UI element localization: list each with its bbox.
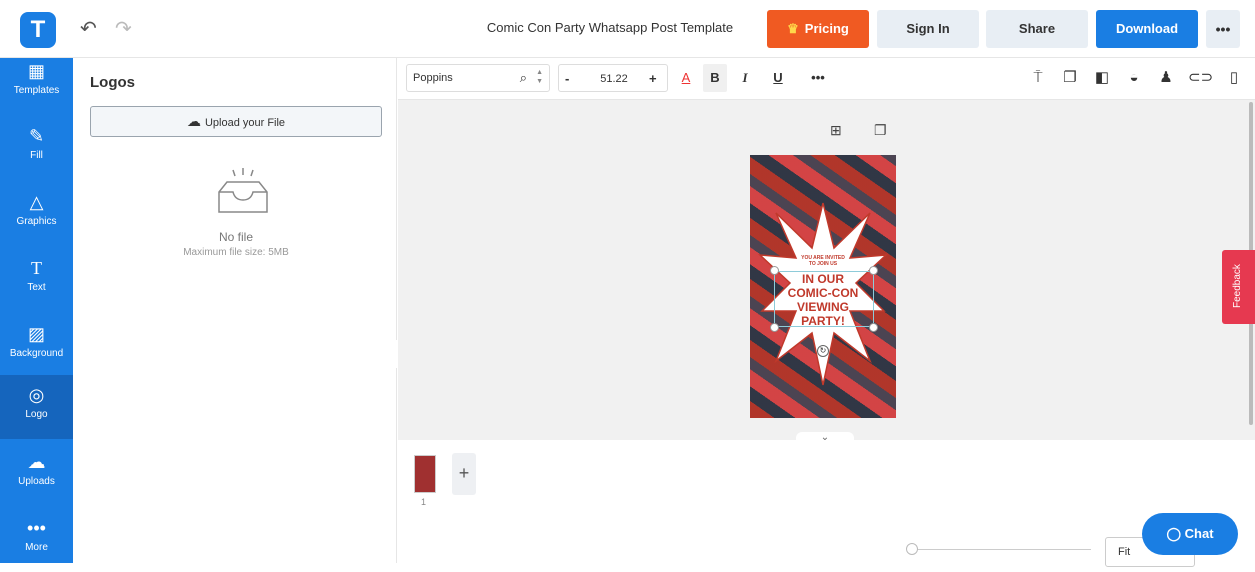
document-title[interactable]: Comic Con Party Whatsapp Post Template	[470, 20, 750, 35]
sidebar-item-label: Background	[9, 348, 64, 359]
pricing-button[interactable]: ♛ Pricing	[767, 10, 869, 48]
sidebar-item-logo[interactable]: ◎ Logo	[0, 375, 73, 439]
resize-handle[interactable]	[869, 323, 878, 332]
page-thumbnails: 1 + Fit	[398, 440, 1255, 567]
bold-button[interactable]: B	[703, 64, 727, 92]
link-icon[interactable]: ⊂⊃	[1188, 68, 1213, 88]
spinner-arrows-icon[interactable]: ▲ ▼	[536, 68, 543, 86]
opacity-icon[interactable]: ◒	[1124, 68, 1144, 88]
headline-line-2: COMIC-CON	[787, 286, 859, 300]
app-logo[interactable]: T	[20, 12, 56, 48]
add-page-button[interactable]: +	[452, 453, 476, 495]
duplicate-page-icon[interactable]: ❐	[874, 122, 887, 139]
empty-inbox-icon	[218, 168, 268, 213]
text-color-button[interactable]: A	[676, 64, 696, 92]
logo-icon: ◎	[28, 385, 45, 405]
sidebar-item-more[interactable]: ••• More	[0, 508, 73, 572]
redo-icon[interactable]: ↷	[115, 16, 132, 41]
invite-line-2: TO JOIN US	[808, 261, 838, 267]
panel-title: Logos	[90, 74, 135, 91]
sidebar: ▦ Templates ✎ Fill △ Graphics T Text ▨ B…	[0, 58, 73, 563]
italic-button[interactable]: I	[733, 64, 757, 92]
search-icon: ⌕	[519, 70, 527, 85]
headline-line-4: PARTY!	[801, 314, 845, 328]
duplicate-icon[interactable]: ❐	[1060, 68, 1080, 88]
toolbar-more-button[interactable]: •••	[806, 64, 830, 92]
graphics-icon: △	[29, 192, 44, 212]
empty-title: No file	[218, 230, 253, 244]
poster-headline[interactable]: IN OUR COMIC-CON VIEWING PARTY!	[774, 272, 872, 328]
sidebar-item-label: Templates	[13, 85, 60, 96]
more-menu-button[interactable]: •••	[1206, 10, 1240, 48]
zoom-slider-knob[interactable]	[906, 543, 918, 555]
format-painter-icon[interactable]: ⍑	[1028, 68, 1048, 88]
background-icon: ▨	[27, 324, 45, 344]
sidebar-item-label: Text	[27, 282, 46, 293]
sidebar-item-label: More	[25, 542, 48, 553]
uploads-icon: ☁	[27, 452, 46, 472]
sign-in-button[interactable]: Sign In	[877, 10, 979, 48]
empty-subtitle: Maximum file size: 5MB	[183, 247, 289, 258]
text-toolbar: Poppins ⌕ ▲ ▼ - 51.22 + A B I U ••• ⍑ ❐ ◧…	[398, 58, 1255, 100]
decrease-size-button[interactable]: -	[565, 65, 569, 93]
crown-icon: ♛	[787, 21, 799, 36]
feedback-tab[interactable]: Feedback	[1222, 250, 1255, 324]
sidebar-item-background[interactable]: ▨ Background	[0, 314, 73, 378]
page-thumbnail[interactable]	[414, 455, 436, 493]
font-size-stepper[interactable]: - 51.22 +	[558, 64, 668, 92]
delete-icon[interactable]: ▯	[1224, 68, 1244, 88]
font-name: Poppins	[413, 72, 453, 84]
canvas-area: ⊞ ❐ YOU ARE INVITED TO JOIN US IN OUR CO…	[398, 100, 1255, 444]
headline-line-3: VIEWING	[796, 300, 849, 314]
resize-handle[interactable]	[869, 266, 878, 275]
increase-size-button[interactable]: +	[649, 65, 657, 93]
pricing-label: Pricing	[804, 21, 849, 36]
page-number: 1	[421, 497, 427, 507]
layer-icon[interactable]: ◧	[1092, 68, 1112, 88]
chat-bubble-icon: ◯	[1166, 526, 1185, 541]
feedback-label: Feedback	[1232, 264, 1243, 308]
poster-invite-text[interactable]: YOU ARE INVITED TO JOIN US	[774, 255, 872, 267]
templates-icon: ▦	[27, 61, 45, 81]
sidebar-item-fill[interactable]: ✎ Fill	[0, 116, 73, 180]
rotate-handle-icon[interactable]: ↻	[817, 345, 829, 357]
chat-label: Chat	[1184, 526, 1214, 541]
resize-handle[interactable]	[770, 323, 779, 332]
resize-handle[interactable]	[770, 266, 779, 275]
text-icon: T	[31, 258, 42, 278]
share-button[interactable]: Share	[986, 10, 1088, 48]
underline-button[interactable]: U	[766, 64, 790, 92]
top-bar: T ↶ ↷ Comic Con Party Whatsapp Post Temp…	[0, 0, 1255, 58]
upload-label: Upload your File	[204, 117, 286, 129]
sidebar-item-text[interactable]: T Text	[0, 248, 73, 312]
font-size-value[interactable]: 51.22	[589, 65, 639, 93]
headline-line-1: IN OUR	[802, 272, 844, 286]
sidebar-item-graphics[interactable]: △ Graphics	[0, 182, 73, 246]
sidebar-item-label: Logo	[25, 409, 48, 420]
sidebar-item-templates[interactable]: ▦ Templates	[0, 58, 73, 100]
undo-icon[interactable]: ↶	[80, 16, 97, 41]
download-button[interactable]: Download	[1096, 10, 1198, 48]
more-icon: •••	[27, 518, 46, 538]
zoom-slider-track[interactable]	[909, 549, 1091, 550]
sidebar-item-uploads[interactable]: ☁ Uploads	[0, 442, 73, 506]
poster-canvas[interactable]: YOU ARE INVITED TO JOIN US IN OUR COMIC-…	[750, 155, 896, 418]
position-icon[interactable]: ♟	[1156, 68, 1176, 88]
chat-button[interactable]: ◯ Chat	[1142, 513, 1238, 555]
cloud-upload-icon: ☁	[186, 113, 201, 129]
add-page-icon[interactable]: ⊞	[830, 122, 842, 139]
sidebar-item-label: Graphics	[16, 216, 57, 227]
upload-file-button[interactable]: ☁ Upload your File	[90, 106, 382, 137]
font-family-select[interactable]: Poppins ⌕ ▲ ▼	[406, 64, 550, 92]
fill-icon: ✎	[28, 126, 45, 146]
sidebar-item-label: Uploads	[18, 476, 55, 487]
logos-panel: Logos ☁ Upload your File No file Maximum …	[73, 58, 397, 563]
sidebar-item-label: Fill	[30, 150, 43, 161]
